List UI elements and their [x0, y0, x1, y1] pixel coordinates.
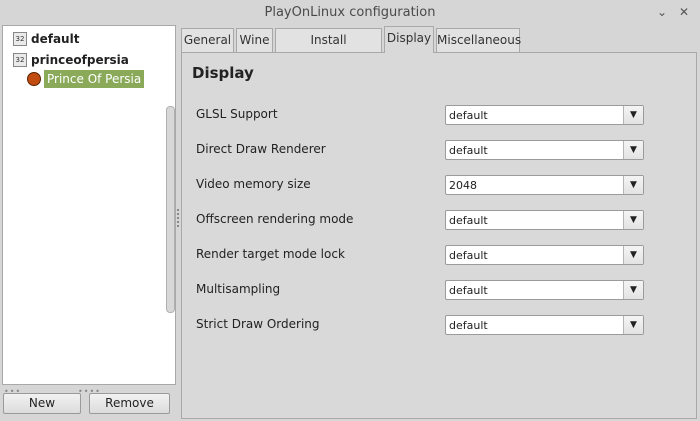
chevron-down-icon[interactable]: ▼	[623, 211, 643, 229]
chevron-down-icon[interactable]: ▼	[623, 176, 643, 194]
tree-item-label: default	[31, 32, 80, 46]
tree-item-prince-of-persia[interactable]: Prince Of Persia	[27, 69, 145, 89]
select-value: default	[449, 109, 488, 122]
panel-title: Display	[192, 64, 254, 82]
tree-item-default[interactable]: 32 default	[13, 29, 79, 49]
direct-draw-renderer-label: Direct Draw Renderer	[196, 142, 326, 156]
glsl-support-select[interactable]: default ▼	[445, 105, 644, 125]
close-icon[interactable]: ✕	[676, 4, 692, 20]
minimize-icon[interactable]: ⌄	[654, 4, 670, 20]
glsl-support-label: GLSL Support	[196, 107, 278, 121]
select-value: default	[449, 144, 488, 157]
tree-item-label: princeofpersia	[31, 53, 129, 67]
offscreen-rendering-mode-select[interactable]: default ▼	[445, 210, 644, 230]
select-value: 2048	[449, 179, 477, 192]
strict-draw-ordering-label: Strict Draw Ordering	[196, 317, 320, 331]
tab-general[interactable]: General	[181, 28, 234, 52]
select-value: default	[449, 319, 488, 332]
chevron-down-icon[interactable]: ▼	[623, 141, 643, 159]
select-value: default	[449, 284, 488, 297]
render-target-mode-lock-label: Render target mode lock	[196, 247, 345, 261]
title-bar: PlayOnLinux configuration ⌄ ✕	[0, 0, 700, 25]
tree-item-label: Prince Of Persia	[44, 70, 145, 88]
game-icon	[27, 72, 41, 86]
tab-wine[interactable]: Wine	[236, 28, 273, 52]
window-title: PlayOnLinux configuration	[264, 5, 436, 20]
chevron-down-icon[interactable]: ▼	[623, 246, 643, 264]
chevron-down-icon[interactable]: ▼	[623, 316, 643, 334]
multisampling-label: Multisampling	[196, 282, 281, 296]
tab-display[interactable]: Display	[384, 26, 434, 53]
chevron-down-icon[interactable]: ▼	[623, 106, 643, 124]
video-memory-size-select[interactable]: 2048 ▼	[445, 175, 644, 195]
select-value: default	[449, 214, 488, 227]
display-panel: Display GLSL Support default ▼ Direct Dr…	[181, 52, 697, 419]
wine-32-icon: 32	[13, 53, 27, 67]
tab-install-components[interactable]: Install components	[275, 28, 382, 69]
tree-item-princeofpersia[interactable]: 32 princeofpersia	[13, 50, 129, 70]
remove-button[interactable]: Remove	[89, 393, 170, 414]
prefix-tree[interactable]: 32 default 32 princeofpersia Prince Of P…	[2, 25, 176, 385]
pane-splitter[interactable]	[176, 207, 180, 231]
multisampling-select[interactable]: default ▼	[445, 280, 644, 300]
offscreen-rendering-mode-label: Offscreen rendering mode	[196, 212, 354, 226]
direct-draw-renderer-select[interactable]: default ▼	[445, 140, 644, 160]
wine-32-icon: 32	[13, 32, 27, 46]
tab-miscellaneous[interactable]: Miscellaneous	[436, 28, 521, 52]
select-value: default	[449, 249, 488, 262]
video-memory-size-label: Video memory size	[196, 177, 311, 191]
sidebar-scrollbar[interactable]	[166, 106, 175, 313]
render-target-mode-lock-select[interactable]: default ▼	[445, 245, 644, 265]
strict-draw-ordering-select[interactable]: default ▼	[445, 315, 644, 335]
chevron-down-icon[interactable]: ▼	[623, 281, 643, 299]
new-button[interactable]: New	[3, 393, 81, 414]
